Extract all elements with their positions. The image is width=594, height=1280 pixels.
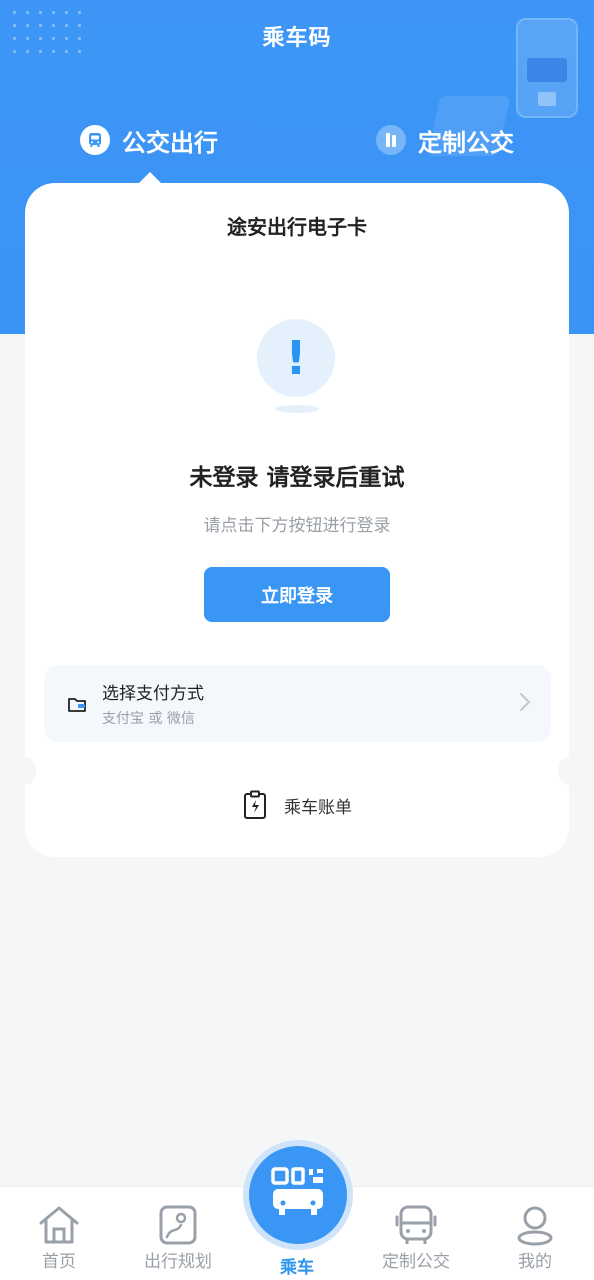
tab-custom-bus-label: 定制公交 (418, 128, 514, 157)
user-icon (512, 1203, 558, 1247)
tab-bus-travel[interactable]: 公交出行 (80, 122, 218, 158)
payment-method-options: 支付宝 或 微信 (102, 711, 195, 727)
bill-icon (242, 790, 268, 820)
login-required-message: 未登录 请登录后重试 (189, 465, 405, 491)
ride-bill-label: 乘车账单 (284, 797, 352, 818)
login-button[interactable]: 立即登录 (204, 567, 390, 622)
payment-method-title: 选择支付方式 (102, 684, 204, 704)
tab-ride-label: 乘车 (280, 1258, 314, 1278)
wallet-icon (66, 693, 88, 715)
payment-method-selector[interactable]: 选择支付方式 支付宝 或 微信 (44, 665, 551, 742)
e-card-panel: 途安出行电子卡 ! 未登录 请登录后重试 请点击下方按钮进行登录 立即登录 选择… (25, 183, 569, 857)
bus-icon (393, 1203, 439, 1247)
tab-trip-planning-label: 出行规划 (144, 1252, 212, 1272)
ride-qr-button[interactable] (249, 1146, 347, 1244)
tab-profile[interactable]: 我的 (476, 1187, 594, 1280)
map-icon (155, 1203, 201, 1247)
tab-trip-planning[interactable]: 出行规划 (119, 1187, 237, 1280)
tab-home-label: 首页 (42, 1252, 76, 1272)
tab-home[interactable]: 首页 (0, 1187, 118, 1280)
bus-icon (80, 125, 110, 155)
status-illustration: ! (257, 319, 337, 415)
ride-bill-link[interactable]: 乘车账单 (25, 790, 569, 820)
card-title: 途安出行电子卡 (227, 215, 367, 239)
ticket-notch (14, 757, 36, 785)
custom-bus-icon (376, 125, 406, 155)
tab-profile-label: 我的 (518, 1252, 552, 1272)
ticket-notch (558, 757, 580, 785)
qr-bus-icon (269, 1165, 327, 1225)
page-title: 乘车码 (262, 26, 332, 51)
tab-custom-bus-nav-label: 定制公交 (382, 1252, 450, 1272)
tab-custom-bus[interactable]: 定制公交 (376, 122, 514, 158)
login-hint: 请点击下方按钮进行登录 (203, 516, 391, 536)
chevron-right-icon (519, 692, 531, 716)
tab-custom-bus-nav[interactable]: 定制公交 (357, 1187, 475, 1280)
home-icon (36, 1203, 82, 1247)
exclamation-icon: ! (257, 319, 335, 397)
tab-bus-travel-label: 公交出行 (122, 128, 218, 157)
